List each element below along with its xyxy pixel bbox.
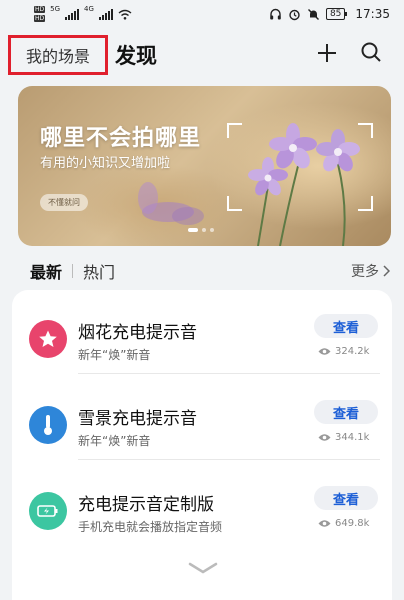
battery-charging-icon: [29, 492, 67, 530]
signal-icon: [65, 8, 80, 20]
chevron-down-icon[interactable]: [188, 562, 218, 574]
sim-indicators: HD HD: [34, 5, 46, 23]
headphones-icon: [270, 8, 281, 19]
status-left: HD HD 5G 4G: [34, 5, 132, 23]
section-tabs: 最新 热门 更多: [30, 258, 390, 284]
carousel-dot-active: [188, 228, 198, 232]
eye-icon: [318, 520, 331, 527]
view-count: 344.1k: [318, 432, 369, 443]
net1-label: 5G: [50, 5, 61, 13]
banner-subtitle: 有用的小知识又增加啦: [40, 156, 171, 171]
chevron-right-icon: [383, 265, 390, 277]
signal-icon-2: [98, 8, 113, 20]
clock: 17:35: [355, 7, 390, 21]
row-divider: [78, 373, 380, 374]
row-divider: [78, 459, 380, 460]
item-desc: 新年“焕”新音: [78, 434, 151, 448]
more-link[interactable]: 更多: [351, 261, 390, 281]
item-desc: 手机充电就会播放指定音频: [78, 520, 223, 534]
view-button[interactable]: 查看: [314, 400, 378, 424]
status-bar: HD HD 5G 4G 85 17:35: [0, 0, 404, 28]
banner-tag[interactable]: 不懂就问: [40, 194, 88, 211]
tab-popular[interactable]: 热门: [83, 259, 115, 283]
content-list: 烟花充电提示音 新年“焕”新音 查看 324.2k 雪景充电提示音 新年“焕”新…: [12, 290, 392, 600]
view-button[interactable]: 查看: [314, 314, 378, 338]
carousel-dots: [188, 228, 214, 232]
wifi-icon: [118, 9, 132, 20]
more-label: 更多: [351, 264, 379, 280]
tab-divider: [72, 264, 74, 278]
status-right: 85 17:35: [269, 7, 390, 21]
carousel-dot: [202, 228, 206, 232]
view-button[interactable]: 查看: [314, 486, 378, 510]
view-count-value: 324.2k: [335, 346, 370, 357]
header: 我的场景 发现: [0, 30, 404, 80]
banner-title: 哪里不会拍哪里: [40, 126, 202, 151]
mute-bell-icon: [307, 8, 319, 20]
view-count: 324.2k: [318, 346, 369, 357]
item-title: 烟花充电提示音: [78, 323, 197, 343]
carousel-dot: [210, 228, 214, 232]
eye-icon: [318, 348, 331, 355]
view-count-value: 344.1k: [335, 432, 370, 443]
tab-discover[interactable]: 发现: [115, 40, 157, 70]
star-icon: [29, 320, 67, 358]
search-icon[interactable]: [360, 41, 382, 63]
list-item[interactable]: 烟花充电提示音 新年“焕”新音 查看 324.2k: [12, 290, 392, 374]
item-desc: 新年“焕”新音: [78, 348, 151, 362]
net2-label: 4G: [84, 5, 94, 13]
view-count: 649.8k: [318, 518, 369, 529]
tab-latest[interactable]: 最新: [30, 259, 62, 283]
battery-indicator: 85: [325, 8, 348, 20]
list-item[interactable]: 雪景充电提示音 新年“焕”新音 查看 344.1k: [12, 376, 392, 460]
add-icon[interactable]: [316, 42, 338, 64]
sim1-label: HD: [34, 6, 46, 13]
item-title: 雪景充电提示音: [78, 409, 197, 429]
list-item[interactable]: 充电提示音定制版 手机充电就会播放指定音频 查看 649.8k: [12, 462, 392, 546]
banner[interactable]: 哪里不会拍哪里 有用的小知识又增加啦 不懂就问: [18, 86, 391, 246]
eye-icon: [318, 434, 331, 441]
sim2-label: HD: [34, 15, 46, 22]
view-count-value: 649.8k: [335, 518, 370, 529]
item-title: 充电提示音定制版: [78, 495, 214, 515]
tab-my-scenes[interactable]: 我的场景: [8, 35, 108, 75]
thermometer-icon: [29, 406, 67, 444]
alarm-icon: [289, 9, 300, 20]
